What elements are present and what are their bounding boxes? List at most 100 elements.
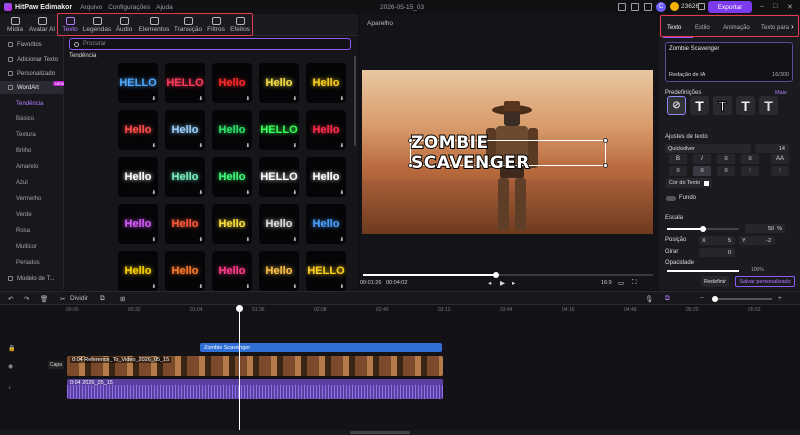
wordart-tile[interactable]: Hello ⬇ (165, 251, 205, 291)
save-custom-button[interactable]: Salvar personalizado (735, 276, 795, 287)
font-size-input[interactable]: 14 (755, 144, 789, 153)
wordart-tile[interactable]: Hello ⬇ (165, 157, 205, 197)
reset-button[interactable]: Redefinir (701, 276, 729, 287)
rotate-input[interactable]: 0 (699, 248, 735, 257)
scale-slider[interactable] (667, 226, 739, 232)
scale-input[interactable]: 50% (745, 224, 785, 233)
valign-icon[interactable]: ⫶ (741, 166, 759, 176)
sidebar-item-custom[interactable]: Personalizado (0, 67, 64, 80)
undo-icon[interactable]: ↶ (8, 295, 13, 303)
ai-writing-button[interactable]: Redação de IA (669, 72, 705, 78)
download-icon[interactable]: ⬇ (340, 190, 344, 196)
download-icon[interactable]: ⬇ (340, 284, 344, 290)
zoom-out-icon[interactable]: − (700, 295, 704, 302)
preset-t4[interactable]: T (759, 96, 778, 115)
sub-item-red[interactable]: Vermelho (16, 196, 41, 202)
aspect-ratio[interactable]: 16:9 (601, 280, 612, 286)
italic-button[interactable]: I (693, 154, 711, 164)
gift-icon[interactable] (698, 3, 705, 10)
gallery-scrollbar[interactable] (354, 56, 356, 146)
more-tools-icon[interactable]: ⊞ (120, 295, 125, 303)
preset-none[interactable]: ⊘ (667, 96, 686, 115)
download-icon[interactable]: ⬇ (293, 143, 297, 149)
position-x-input[interactable]: X5 (699, 236, 735, 245)
download-icon[interactable]: ⬇ (340, 237, 344, 243)
play-icon[interactable]: ▶ (500, 279, 505, 287)
sub-item-multicolor[interactable]: Multicor (16, 244, 37, 250)
minimize-icon[interactable]: – (760, 3, 764, 10)
maximize-icon[interactable]: □ (773, 3, 777, 10)
fullscreen-icon[interactable]: ⛶ (632, 279, 637, 287)
wordart-tile[interactable]: Hello ⬇ (306, 157, 346, 197)
wordart-tile[interactable]: HELLO ⬇ (259, 110, 299, 150)
wordart-tile[interactable]: HELLO ⬇ (118, 63, 158, 103)
sub-item-green[interactable]: Verde (16, 212, 32, 218)
sidebar-item-templates[interactable]: Modelo de T... (0, 272, 64, 285)
wordart-tile[interactable]: Hello ⬇ (306, 63, 346, 103)
preset-t1[interactable]: T (690, 96, 709, 115)
wordart-tile[interactable]: Hello ⬇ (259, 63, 299, 103)
wordart-tile[interactable]: Hello ⬇ (306, 204, 346, 244)
sub-item-blue[interactable]: Azul (16, 180, 28, 186)
wordart-tile[interactable]: Hello ⬇ (165, 110, 205, 150)
download-icon[interactable]: ⬇ (293, 190, 297, 196)
wordart-tile[interactable]: HELLO ⬇ (165, 63, 205, 103)
avatar[interactable]: C (656, 2, 666, 12)
align-right-button[interactable]: ≡ (717, 166, 735, 176)
align-left-button[interactable]: ≡ (669, 166, 687, 176)
cover-button[interactable]: Capa (48, 361, 64, 369)
delete-icon[interactable]: 🗑 (40, 295, 48, 303)
tool-media[interactable]: Mídia (4, 14, 26, 36)
next-frame-icon[interactable]: ▸ (512, 279, 515, 287)
scrollbar-thumb[interactable] (350, 431, 410, 434)
sidebar-item-add-text[interactable]: Adicionar Texto (0, 53, 64, 66)
sidebar-item-favorites[interactable]: Favoritos (0, 38, 64, 51)
valign-bottom-icon[interactable]: ⫶ (771, 166, 789, 176)
menu-ajuda[interactable]: Ajuda (156, 4, 173, 11)
video-preview[interactable]: ZOMBIE SCAVENGER (362, 70, 653, 234)
wordart-tile[interactable]: Hello ⬇ (306, 110, 346, 150)
wordart-tile[interactable]: Hello ⬇ (118, 204, 158, 244)
wordart-tile[interactable]: Hello ⬇ (212, 157, 252, 197)
sub-item-pink[interactable]: Rosa (16, 228, 30, 234)
track-visibility-icon[interactable]: ◉ (8, 363, 13, 370)
download-icon[interactable]: ⬇ (340, 96, 344, 102)
preset-t3[interactable]: T (736, 96, 755, 115)
download-icon[interactable]: ⬇ (152, 96, 156, 102)
download-icon[interactable]: ⬇ (293, 237, 297, 243)
download-icon[interactable]: ⬇ (199, 96, 203, 102)
playhead[interactable] (236, 305, 243, 430)
tool-avatar-ai[interactable]: Avatar AI (28, 14, 56, 36)
video-clip[interactable]: 0:04 Reference_To_Video_2026_05_15 (67, 356, 443, 376)
prev-frame-icon[interactable]: ◂ (488, 279, 491, 287)
crop-icon[interactable]: ⧉ (100, 295, 105, 303)
download-icon[interactable]: ⬇ (152, 284, 156, 290)
wordart-tile[interactable]: Hello ⬇ (165, 204, 205, 244)
menu-arquivo[interactable]: Arquivo (80, 4, 102, 11)
resize-handle[interactable] (408, 138, 413, 143)
time-ruler[interactable]: 00:00 00:32 01:04 01:36 02:08 02:40 03:12 03:44… (66, 305, 800, 315)
wordart-tile[interactable]: HELLO ⬇ (259, 157, 299, 197)
zoom-slider[interactable] (712, 296, 772, 302)
letter-spacing-icon[interactable]: ≡ (717, 154, 735, 164)
sub-item-basic[interactable]: Básico (16, 116, 34, 122)
magnet-icon[interactable]: ⧉ (665, 295, 670, 303)
download-icon[interactable]: ⬇ (293, 284, 297, 290)
download-icon[interactable]: ⬇ (340, 143, 344, 149)
text-content-input[interactable]: Zombie Scavenger Redação de IA 16/300 (665, 42, 793, 82)
wordart-tile[interactable]: Hello ⬇ (212, 110, 252, 150)
opacity-slider[interactable] (667, 270, 739, 272)
timeline-scrollbar[interactable] (0, 430, 800, 435)
resize-handle[interactable] (603, 163, 608, 168)
playhead-handle[interactable] (236, 305, 243, 312)
download-icon[interactable]: ⬇ (246, 190, 250, 196)
sub-item-trending[interactable]: Tendência (16, 101, 43, 107)
wordart-tile[interactable]: Hello ⬇ (118, 251, 158, 291)
resize-handle[interactable] (603, 138, 608, 143)
preset-t2[interactable]: T (713, 96, 732, 115)
download-icon[interactable]: ⬇ (199, 237, 203, 243)
background-toggle[interactable] (666, 196, 676, 201)
wordart-tile[interactable]: Hello ⬇ (212, 63, 252, 103)
audio-clip[interactable]: 0:04 2026_05_15 (67, 379, 443, 399)
menu-configuracoes[interactable]: Configurações (108, 4, 150, 11)
